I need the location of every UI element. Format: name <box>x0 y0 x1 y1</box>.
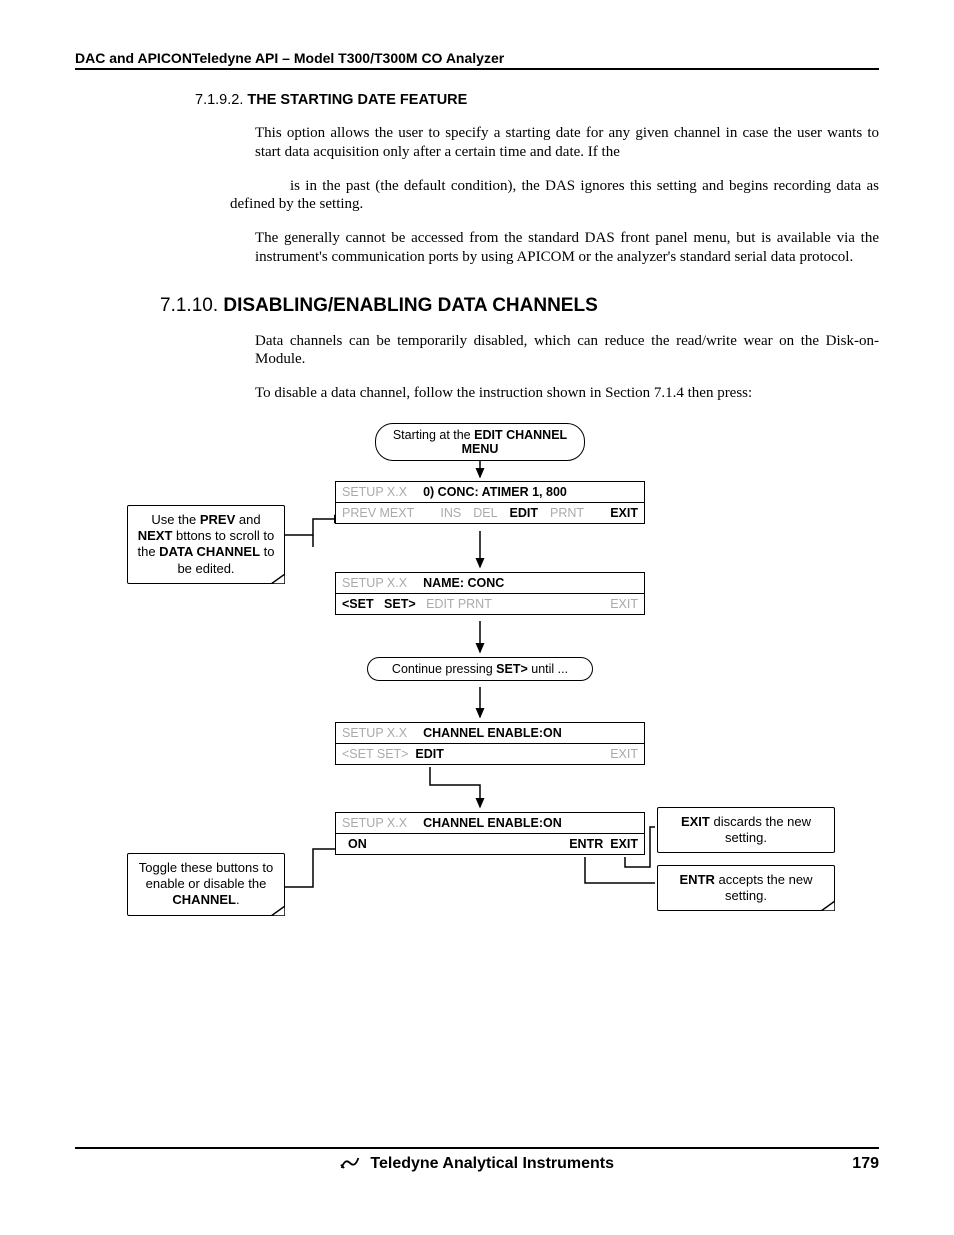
callout-notch-icon <box>271 574 285 584</box>
set-right-button: SET> <box>384 597 416 611</box>
text: . <box>236 892 240 907</box>
text-bold: ENTR <box>680 872 715 887</box>
set-left-button: <SET <box>342 597 374 611</box>
text: Use the <box>151 512 199 527</box>
exit-button: EXIT <box>610 747 638 761</box>
edit-button: EDIT <box>510 506 538 520</box>
prnt-button: PRNT <box>550 506 584 520</box>
paragraph: Data channels can be temporarily disable… <box>255 332 879 370</box>
on-button: ON <box>348 837 367 851</box>
callout-entr: ENTR accepts the new setting. <box>657 865 835 912</box>
paragraph: is in the past (the default condition), … <box>230 177 879 215</box>
edit-prnt-buttons: EDIT PRNT <box>426 597 492 611</box>
callout-toggle: Toggle these buttons to enable or disabl… <box>127 853 285 916</box>
section-7-1-9-2-heading: 7.1.9.2. THE STARTING DATE FEATURE <box>195 92 879 109</box>
text-bold: DATA CHANNEL <box>159 544 260 559</box>
section-number: 7.1.10. <box>160 295 223 316</box>
paragraph: The generally cannot be accessed from th… <box>255 229 879 267</box>
section-title: DISABLING/ENABLING DATA CHANNELS <box>223 295 597 316</box>
text-bold: NEXT <box>138 528 173 543</box>
text-bold: PREV <box>200 512 235 527</box>
callout-prev-next: Use the PREV and NEXT bttons to scroll t… <box>127 505 285 584</box>
menu-box-4: SETUP X.X CHANNEL ENABLE:ON ON ENTR EXIT <box>335 812 645 855</box>
page-header: DAC and APICONTeledyne API – Model T300/… <box>75 50 879 70</box>
text: until ... <box>528 662 568 676</box>
teledyne-logo-icon <box>340 1156 360 1170</box>
footer-company: Teledyne Analytical Instruments <box>370 1155 614 1172</box>
setup-label: SETUP X.X <box>342 726 407 740</box>
section-title: THE STARTING DATE FEATURE <box>247 92 467 108</box>
setup-label: SETUP X.X <box>342 485 407 499</box>
flow-start: Starting at the EDIT CHANNEL MENU <box>375 423 585 461</box>
menu-content: CHANNEL ENABLE:ON <box>423 816 562 830</box>
paragraph: This option allows the user to specify a… <box>255 124 879 162</box>
paragraph: To disable a data channel, follow the in… <box>255 384 879 403</box>
text-bold: EXIT <box>681 814 710 829</box>
menu-content: CHANNEL ENABLE:ON <box>423 726 562 740</box>
callout-notch-icon <box>271 906 285 916</box>
exit-button: EXIT <box>610 837 638 851</box>
flowchart: Starting at the EDIT CHANNEL MENU SETUP … <box>95 417 855 947</box>
menu-content: 0) CONC: ATIMER 1, 800 <box>423 485 567 499</box>
callout-exit: EXIT discards the new setting. <box>657 807 835 854</box>
page-number: 179 <box>852 1155 879 1173</box>
menu-box-3: SETUP X.X CHANNEL ENABLE:ON <SET SET> ED… <box>335 722 645 765</box>
menu-box-1: SETUP X.X 0) CONC: ATIMER 1, 800 PREV ME… <box>335 481 645 524</box>
section-7-1-10-heading: 7.1.10. DISABLING/ENABLING DATA CHANNELS <box>160 295 879 317</box>
text: accepts the new setting. <box>715 872 813 903</box>
page-footer: Teledyne Analytical Instruments 179 <box>75 1147 879 1173</box>
callout-notch-icon <box>821 901 835 911</box>
del-button: DEL <box>473 506 497 520</box>
prev-next-buttons: PREV MEXT <box>342 506 414 520</box>
text: and <box>235 512 260 527</box>
flow-continue: Continue pressing SET> until ... <box>367 657 593 681</box>
edit-button: EDIT <box>415 747 443 761</box>
text: discards the new setting. <box>710 814 811 845</box>
text-bold: CHANNEL <box>172 892 236 907</box>
ins-button: INS <box>440 506 461 520</box>
set-buttons: <SET SET> <box>342 747 408 761</box>
setup-label: SETUP X.X <box>342 576 407 590</box>
text: Toggle these buttons to enable or disabl… <box>139 860 273 891</box>
text: Continue pressing <box>392 662 496 676</box>
entr-button: ENTR <box>569 837 603 851</box>
setup-label: SETUP X.X <box>342 816 407 830</box>
menu-box-2: SETUP X.X NAME: CONC <SET SET> EDIT PRNT… <box>335 572 645 615</box>
text-bold: SET> <box>496 662 528 676</box>
text-bold: EDIT CHANNEL MENU <box>462 428 568 456</box>
exit-button: EXIT <box>610 506 638 520</box>
exit-button: EXIT <box>610 597 638 611</box>
section-number: 7.1.9.2. <box>195 92 247 108</box>
text: Starting at the <box>393 428 474 442</box>
menu-content: NAME: CONC <box>423 576 504 590</box>
